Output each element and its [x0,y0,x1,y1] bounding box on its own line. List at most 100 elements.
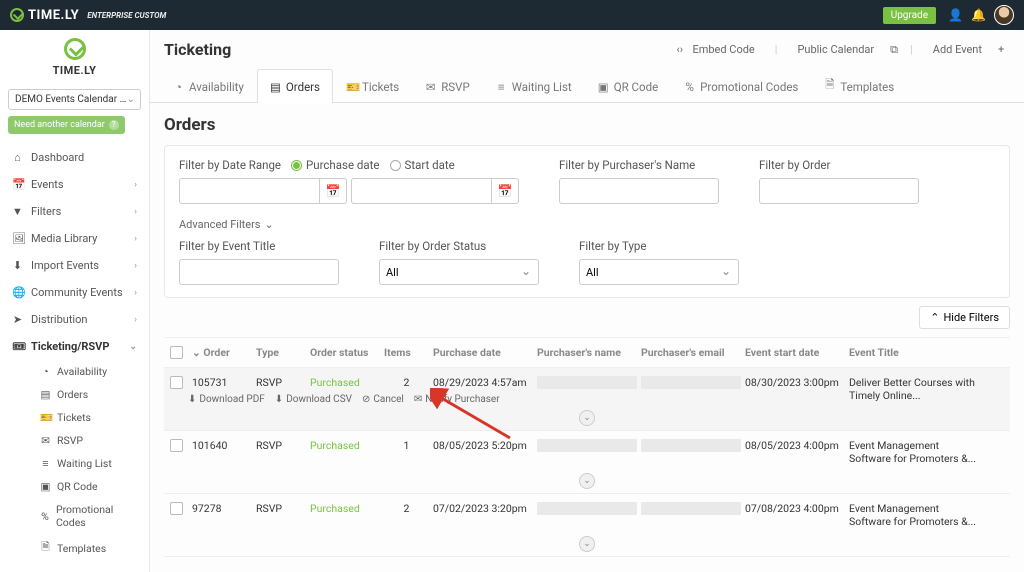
cell-etitle: Deliver Better Courses with Timely Onlin… [849,376,979,402]
filter-event-input[interactable] [179,259,339,285]
sidebar-subitem-rsvp[interactable]: ✉RSVP [28,429,149,452]
need-calendar-button[interactable]: Need another calendar [8,116,125,134]
tab-orders[interactable]: ▤Orders [257,69,333,103]
brand-text: TIME.LY [28,8,79,23]
sidebar-subitem-availability[interactable]: ◔Availability [28,360,149,383]
download-icon: ⬇ [188,394,196,405]
embed-code-link[interactable]: ‹›Embed Code [664,43,766,56]
tab-availability[interactable]: ◔Availability [160,69,257,103]
sidebar-brand: TIME.LY [0,64,149,77]
sort-icon: ⌄ [192,346,203,359]
sidebar-subitem-waiting-list[interactable]: ≡Waiting List [28,452,149,475]
sidebar-subitem-tickets[interactable]: 🎫Tickets [28,406,149,429]
nav-icon: ▣ [40,480,51,493]
filter-order-label: Filter by Order [759,158,919,172]
nav-label: Waiting List [57,457,112,470]
sidebar-item-distribution[interactable]: ➤Distribution› [0,306,149,333]
nav-label: Ticketing/RSVP [31,340,109,353]
filter-order-input[interactable] [759,178,919,204]
add-event-link[interactable]: Add Event+ [921,43,1010,56]
col-order[interactable]: ⌄ Order [192,346,252,359]
date-to-input[interactable] [351,178,491,204]
cell-status: Purchased [310,376,380,389]
col-pdate[interactable]: Purchase date [433,346,533,359]
topbar: TIME.LY ENTERPRISE CUSTOM Upgrade 👤 🔔 [0,0,1024,30]
date-to-picker[interactable]: 📅 [491,178,519,204]
upgrade-button[interactable]: Upgrade [883,7,936,24]
logo-icon [10,8,24,22]
start-date-radio[interactable] [390,160,401,171]
bell-icon[interactable]: 🔔 [971,8,982,22]
cell-estart: 08/30/2023 3:00pm [745,376,845,389]
chevron-icon: › [134,234,137,244]
filter-status-label: Filter by Order Status [379,239,539,253]
nav: ⌂Dashboard📅Events›▼Filters›🖼Media Librar… [0,144,149,360]
tab-rsvp[interactable]: ✉RSVP [412,69,483,103]
calendar-select[interactable]: DEMO Events Calendar (M... ⌄ [8,89,141,110]
public-calendar-link[interactable]: Public Calendar⧉ [785,43,902,57]
sidebar-subitem-orders[interactable]: ▤Orders [28,383,149,406]
chevron-down-icon: ⌄ [264,218,273,231]
notify-action[interactable]: ✉Notify Purchaser [414,394,500,405]
hide-filters-button[interactable]: ⌃Hide Filters [919,306,1010,329]
filter-name-input[interactable] [559,178,719,204]
sidebar-subitem-qr-code[interactable]: ▣QR Code [28,475,149,498]
tab-promotional-codes[interactable]: %Promotional Codes [671,69,811,103]
sidebar-item-dashboard[interactable]: ⌂Dashboard [0,144,149,171]
table-row: 97278 RSVP Purchased 2 07/02/2023 3:20pm… [164,494,1010,557]
cell-etitle: Event Management Software for Promoters … [849,439,979,465]
filter-event-label: Filter by Event Title [179,239,339,253]
col-items[interactable]: Items [384,346,429,359]
tab-qr-code[interactable]: ▣QR Code [585,69,671,103]
tab-tickets[interactable]: 🎫Tickets [333,69,412,103]
col-pemail[interactable]: Purchaser's email [641,346,741,359]
expand-row-button[interactable]: ⌄ [579,410,595,426]
date-from-picker[interactable]: 📅 [319,178,347,204]
col-type[interactable]: Type [256,346,306,359]
nav-label: RSVP [57,434,83,447]
tab-templates[interactable]: 🗎Templates [811,69,907,103]
col-estart[interactable]: Event start date [745,346,845,359]
sidebar-item-filters[interactable]: ▼Filters› [0,198,149,225]
main: Ticketing ‹›Embed Code | Public Calendar… [150,30,1024,572]
download-csv-action[interactable]: ⬇Download CSV [275,394,352,405]
tab-label: RSVP [441,80,470,94]
nav-label: Tickets [57,411,91,424]
cancel-action[interactable]: ⊘Cancel [362,394,404,405]
row-checkbox[interactable] [170,502,183,515]
advanced-filters-toggle[interactable]: Advanced Filters ⌄ [179,218,995,231]
row-checkbox[interactable] [170,439,183,452]
filter-type-select[interactable] [579,259,739,285]
nav-icon: 🗎 [40,539,51,557]
tab-waiting-list[interactable]: ≡Waiting List [483,69,585,103]
download-pdf-action[interactable]: ⬇Download PDF [188,394,265,405]
sidebar-item-ticketing-rsvp[interactable]: 🎟Ticketing/RSVP⌄ [0,333,149,360]
col-etitle[interactable]: Event Title [849,346,979,359]
tab-icon: % [684,80,695,94]
sidebar-item-import-events[interactable]: ⬇Import Events› [0,252,149,279]
avatar[interactable] [994,5,1014,25]
nav-icon: ▼ [12,205,23,218]
filter-status-select[interactable] [379,259,539,285]
purchase-date-radio[interactable] [291,160,302,171]
expand-row-button[interactable]: ⌄ [579,536,595,552]
calendar-selected-label: DEMO Events Calendar (M... [15,94,127,105]
topbar-logo: TIME.LY ENTERPRISE CUSTOM [10,8,166,23]
expand-row-button[interactable]: ⌄ [579,473,595,489]
nav-label: Templates [57,542,106,555]
nav-icon: ◔ [40,365,51,378]
sidebar-subitem-promotional-codes[interactable]: %Promotional Codes [28,498,149,534]
user-icon[interactable]: 👤 [948,8,959,22]
chevron-icon: › [134,207,137,217]
col-pname[interactable]: Purchaser's name [537,346,637,359]
cell-estart: 08/05/2023 4:00pm [745,439,845,452]
date-from-input[interactable] [179,178,319,204]
select-all-checkbox[interactable] [170,346,183,359]
col-status[interactable]: Order status [310,346,380,359]
row-checkbox[interactable] [170,376,183,389]
sidebar-item-community-events[interactable]: 🌐Community Events› [0,279,149,306]
section-title: Orders [164,115,1010,135]
sidebar-subitem-templates[interactable]: 🗎 Templates [28,534,149,562]
sidebar-item-media-library[interactable]: 🖼Media Library› [0,225,149,252]
sidebar-item-events[interactable]: 📅Events› [0,171,149,198]
